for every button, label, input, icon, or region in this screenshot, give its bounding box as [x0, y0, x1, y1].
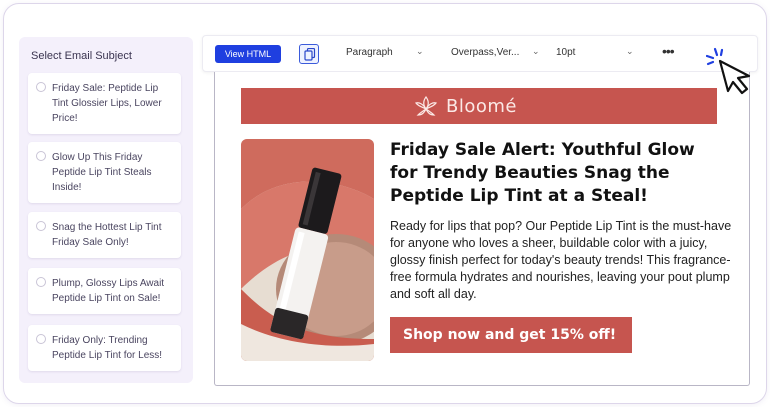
subject-option[interactable]: Plump, Glossy Lips Await Peptide Lip Tin… — [28, 268, 181, 314]
radio-button[interactable] — [36, 151, 46, 161]
more-horizontal-icon[interactable]: ••• — [662, 43, 675, 59]
email-body: Ready for lips that pop? Our Peptide Lip… — [390, 219, 732, 301]
email-headline: Friday Sale Alert: Youthful Glow for Tre… — [390, 140, 695, 206]
subject-option[interactable]: Friday Sale: Peptide Lip Tint Glossier L… — [28, 73, 181, 134]
subject-text: Glow Up This Friday Peptide Lip Tint Ste… — [52, 152, 152, 193]
brand-header: Bloomé — [241, 88, 717, 124]
subject-text: Friday Sale: Peptide Lip Tint Glossier L… — [52, 83, 162, 124]
subject-text: Friday Only: Trending Peptide Lip Tint f… — [52, 335, 163, 361]
font-size-value: 10pt — [556, 47, 576, 58]
radio-button[interactable] — [36, 221, 46, 231]
shop-now-button[interactable]: Shop now and get 15% off! — [390, 317, 632, 353]
copy-button[interactable] — [299, 44, 319, 64]
chevron-down-icon: ⌄ — [626, 46, 634, 56]
flower-logo-icon — [415, 95, 437, 116]
subject-option[interactable]: Glow Up This Friday Peptide Lip Tint Ste… — [28, 142, 181, 203]
chevron-down-icon: ⌄ — [416, 46, 424, 56]
chevron-down-icon: ⌄ — [532, 46, 540, 56]
email-canvas[interactable]: Bloomé Friday Sale Alert: Youthful Glow … — [214, 72, 750, 386]
font-family-select[interactable]: Overpass,Ver... ⌄ — [451, 46, 541, 58]
radio-button[interactable] — [36, 334, 46, 344]
subject-sidebar: Select Email Subject Friday Sale: Peptid… — [19, 37, 193, 383]
app-frame: Select Email Subject Friday Sale: Peptid… — [3, 3, 767, 404]
subject-option[interactable]: Snag the Hottest Lip Tint Friday Sale On… — [28, 212, 181, 258]
font-size-select[interactable]: 10pt ⌄ — [556, 46, 636, 58]
sidebar-title: Select Email Subject — [31, 50, 132, 62]
block-format-value: Paragraph — [346, 47, 393, 58]
subject-text: Plump, Glossy Lips Await Peptide Lip Tin… — [52, 278, 165, 304]
editor-toolbar: View HTML Paragraph ⌄ Overpass,Ver... ⌄ … — [202, 35, 758, 72]
product-image — [241, 139, 374, 361]
brand-name: Bloomé — [446, 95, 517, 117]
block-format-select[interactable]: Paragraph ⌄ — [346, 46, 426, 58]
view-html-button[interactable]: View HTML — [215, 45, 281, 63]
brand-logo: Bloomé — [414, 95, 517, 117]
subject-option[interactable]: Friday Only: Trending Peptide Lip Tint f… — [28, 325, 181, 371]
pointer-cursor-icon — [706, 47, 751, 95]
subject-text: Snag the Hottest Lip Tint Friday Sale On… — [52, 222, 162, 248]
copy-icon — [304, 48, 316, 61]
font-family-value: Overpass,Ver... — [451, 47, 520, 58]
radio-button[interactable] — [36, 82, 46, 92]
radio-button[interactable] — [36, 277, 46, 287]
